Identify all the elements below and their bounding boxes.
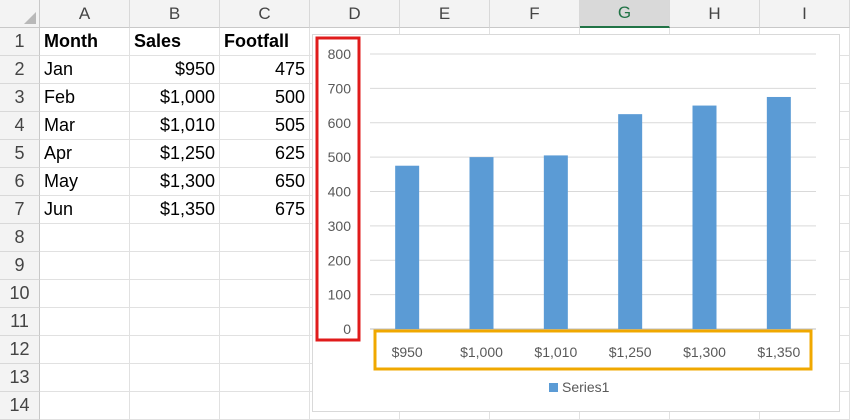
data-cell-sales[interactable]: $1,010: [130, 112, 220, 140]
row-header-6[interactable]: 6: [0, 168, 40, 196]
cell-b11[interactable]: [130, 308, 220, 336]
row-header-7[interactable]: 7: [0, 196, 40, 224]
cell-a12[interactable]: [40, 336, 130, 364]
select-all-button[interactable]: [0, 0, 40, 28]
x-tick-label: $1,250: [609, 344, 652, 360]
y-tick-label: 0: [343, 321, 351, 337]
y-tick-label: 500: [328, 149, 352, 165]
x-axis-highlight-box: [373, 329, 813, 371]
y-tick-label: 400: [328, 184, 352, 200]
cell-a8[interactable]: [40, 224, 130, 252]
cell-c11[interactable]: [220, 308, 310, 336]
y-tick-label: 700: [328, 80, 352, 96]
data-cell-sales[interactable]: $1,350: [130, 196, 220, 224]
legend-swatch: [549, 383, 558, 392]
row-header-5[interactable]: 5: [0, 140, 40, 168]
cell-a14[interactable]: [40, 392, 130, 420]
spreadsheet: ABCDEFGHI 1 2 3 4 5 6 7 8 9 10 11 12 13 14 Month Sales…: [0, 0, 850, 420]
data-cell-month[interactable]: Jan: [40, 56, 130, 84]
y-tick-label: 600: [328, 115, 352, 131]
row-header-10[interactable]: 10: [0, 280, 40, 308]
x-tick-label: $950: [392, 344, 423, 360]
data-cell-footfall[interactable]: 505: [220, 112, 310, 140]
data-cell-month[interactable]: Jun: [40, 196, 130, 224]
chart-canvas: 0 100 200 300 400 500 600 700 800 $950 $1,000 $1,01…: [315, 36, 816, 395]
cell-a9[interactable]: [40, 252, 130, 280]
bar[interactable]: [469, 157, 494, 329]
data-cell-footfall[interactable]: 650: [220, 168, 310, 196]
data-cell-sales[interactable]: $950: [130, 56, 220, 84]
cell-b9[interactable]: [130, 252, 220, 280]
row-header-8[interactable]: 8: [0, 224, 40, 252]
header-cell-month[interactable]: Month: [40, 28, 130, 56]
row-header-11[interactable]: 11: [0, 308, 40, 336]
row-header-12[interactable]: 12: [0, 336, 40, 364]
column-header-c[interactable]: C: [220, 0, 310, 28]
row-header-13[interactable]: 13: [0, 364, 40, 392]
cell-c9[interactable]: [220, 252, 310, 280]
cell-c12[interactable]: [220, 336, 310, 364]
row-header-9[interactable]: 9: [0, 252, 40, 280]
y-tick-label: 200: [328, 252, 352, 268]
embedded-chart[interactable]: 0 100 200 300 400 500 600 700 800 $950 $1,000 $1,01…: [312, 34, 840, 412]
data-cell-sales[interactable]: $1,000: [130, 84, 220, 112]
data-cell-footfall[interactable]: 675: [220, 196, 310, 224]
y-tick-label: 300: [328, 218, 352, 234]
data-cell-footfall[interactable]: 500: [220, 84, 310, 112]
row-header-14[interactable]: 14: [0, 392, 40, 420]
cell-c8[interactable]: [220, 224, 310, 252]
cell-c10[interactable]: [220, 280, 310, 308]
column-header-f[interactable]: F: [490, 0, 580, 28]
data-cell-sales[interactable]: $1,250: [130, 140, 220, 168]
cell-b10[interactable]: [130, 280, 220, 308]
data-cell-month[interactable]: Feb: [40, 84, 130, 112]
data-cell-month[interactable]: May: [40, 168, 130, 196]
bar[interactable]: [618, 114, 643, 329]
bar[interactable]: [395, 165, 420, 329]
header-cell-sales[interactable]: Sales: [130, 28, 220, 56]
data-cell-month[interactable]: Mar: [40, 112, 130, 140]
column-header-i[interactable]: I: [760, 0, 850, 28]
legend-label: Series1: [562, 379, 610, 395]
cell-a13[interactable]: [40, 364, 130, 392]
cell-b13[interactable]: [130, 364, 220, 392]
cell-a11[interactable]: [40, 308, 130, 336]
column-header-e[interactable]: E: [400, 0, 490, 28]
row-header-2[interactable]: 2: [0, 56, 40, 84]
cell-c14[interactable]: [220, 392, 310, 420]
data-cell-footfall[interactable]: 625: [220, 140, 310, 168]
bar[interactable]: [543, 155, 568, 329]
row-header-4[interactable]: 4: [0, 112, 40, 140]
x-tick-label: $1,000: [460, 344, 503, 360]
y-tick-label: 800: [328, 46, 352, 62]
cell-b12[interactable]: [130, 336, 220, 364]
row-header-1[interactable]: 1: [0, 28, 40, 56]
data-cell-month[interactable]: Apr: [40, 140, 130, 168]
data-cell-footfall[interactable]: 475: [220, 56, 310, 84]
cell-b14[interactable]: [130, 392, 220, 420]
cell-a10[interactable]: [40, 280, 130, 308]
bar[interactable]: [766, 96, 791, 329]
column-header-g[interactable]: G: [580, 0, 670, 28]
x-tick-label: $1,350: [757, 344, 800, 360]
column-header-b[interactable]: B: [130, 0, 220, 28]
cell-c13[interactable]: [220, 364, 310, 392]
chart-legend[interactable]: Series1: [549, 379, 610, 395]
column-header-d[interactable]: D: [310, 0, 400, 28]
column-header-h[interactable]: H: [670, 0, 760, 28]
cell-b8[interactable]: [130, 224, 220, 252]
y-tick-label: 100: [328, 287, 352, 303]
header-cell-footfall[interactable]: Footfall: [220, 28, 310, 56]
data-cell-sales[interactable]: $1,300: [130, 168, 220, 196]
column-header-a[interactable]: A: [40, 0, 130, 28]
row-header-3[interactable]: 3: [0, 84, 40, 112]
bar[interactable]: [692, 105, 717, 329]
x-tick-label: $1,300: [683, 344, 726, 360]
x-tick-label: $1,010: [534, 344, 577, 360]
